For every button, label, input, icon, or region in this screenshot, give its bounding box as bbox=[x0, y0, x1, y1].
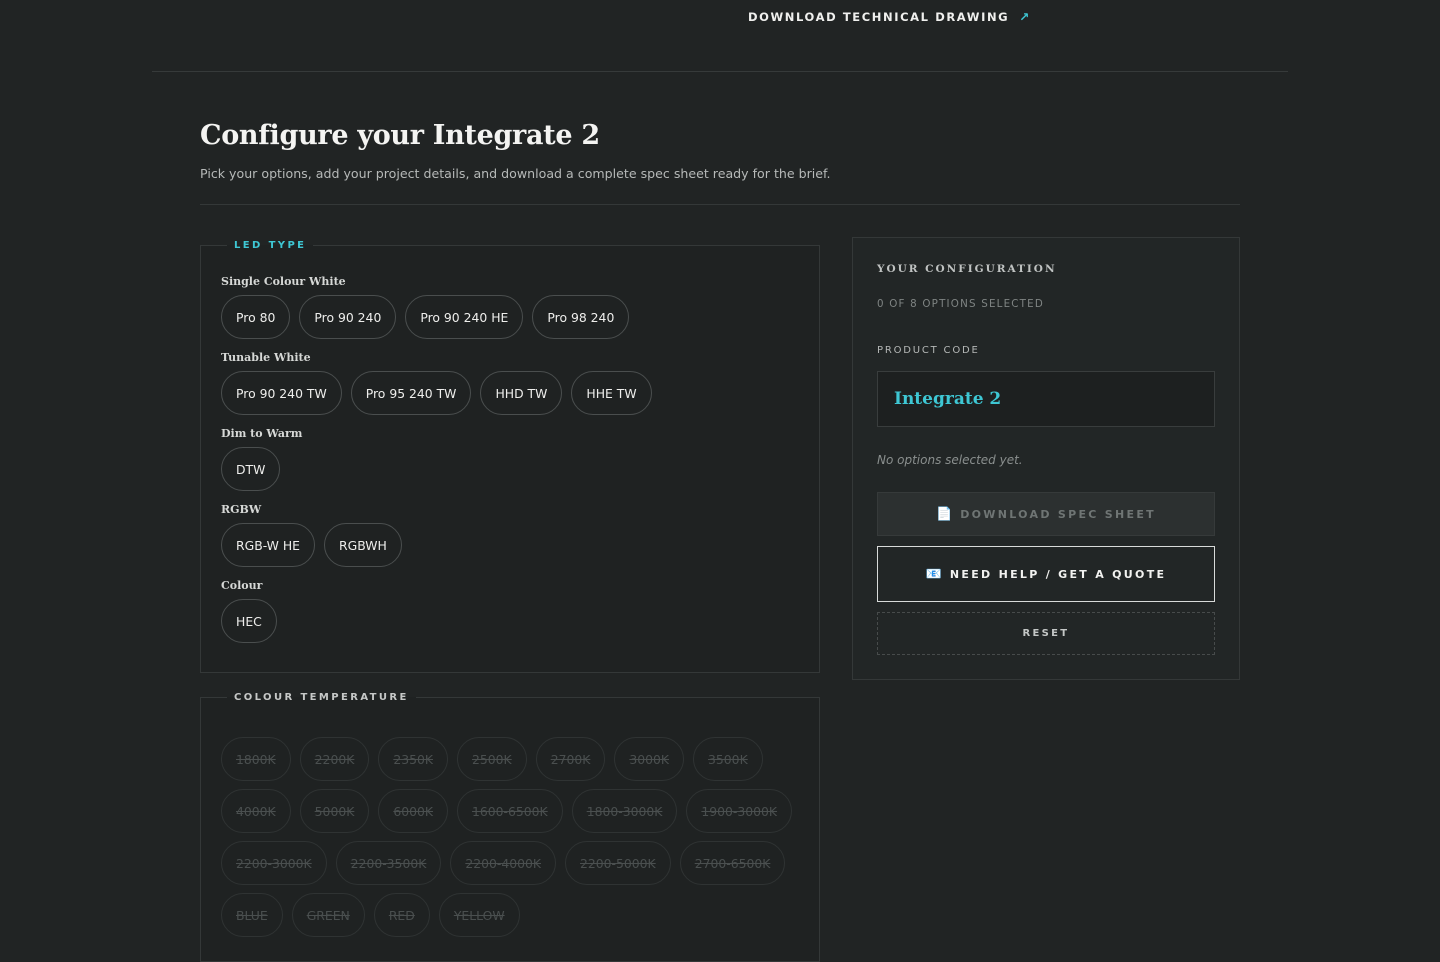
header-divider bbox=[200, 204, 1240, 205]
temperature-option-chip: 2700K bbox=[535, 737, 606, 781]
led-type-groups: Single Colour White Pro 80 Pro 90 240 Pro 9… bbox=[221, 275, 799, 643]
page-title: Configure your Integrate 2 bbox=[200, 120, 600, 151]
led-option-chip[interactable]: RGBWH bbox=[324, 523, 402, 567]
product-code-box: Integrate 2 bbox=[877, 371, 1215, 427]
get-quote-label: NEED HELP / GET A QUOTE bbox=[949, 567, 1167, 581]
configuration-summary-panel: YOUR CONFIGURATION 0 OF 8 OPTIONS SELECT… bbox=[852, 237, 1240, 680]
temperature-option-chip: 3500K bbox=[693, 737, 763, 781]
product-code-label: PRODUCT CODE bbox=[877, 345, 980, 356]
led-option-chip[interactable]: HEC bbox=[221, 599, 277, 643]
led-group-label: Single Colour White bbox=[221, 275, 346, 288]
temperature-option-chip: YELLOW bbox=[438, 893, 520, 937]
led-group: Tunable White Pro 90 240 TW Pro 95 240 TW H… bbox=[221, 351, 799, 415]
temperature-option-chip: 2200-5000K bbox=[565, 841, 671, 885]
page-subtitle: Pick your options, add your project deta… bbox=[200, 166, 831, 181]
colour-temperature-legend: COLOUR TEMPERATURE bbox=[234, 692, 409, 703]
temperature-option-row: 1800K 2200K 2350K 2500K 2700K 3000K 3500K bbox=[221, 737, 799, 781]
configuration-title: YOUR CONFIGURATION bbox=[877, 263, 1057, 275]
download-technical-drawing-label: DOWNLOAD TECHNICAL DRAWING bbox=[748, 10, 1010, 24]
temperature-option-chip: BLUE bbox=[221, 893, 283, 937]
led-option-row: HEC bbox=[221, 599, 799, 643]
led-group-label: Tunable White bbox=[221, 351, 311, 364]
reset-label: RESET bbox=[1022, 628, 1070, 639]
temperature-option-chip: 1800-3000K bbox=[571, 789, 678, 833]
download-spec-sheet-button[interactable]: 📄 DOWNLOAD SPEC SHEET bbox=[877, 492, 1215, 536]
document-icon: 📄 bbox=[936, 506, 953, 522]
led-option-chip[interactable]: HHD TW bbox=[480, 371, 563, 415]
led-option-chip[interactable]: Pro 90 240 bbox=[299, 295, 397, 339]
led-type-panel: LED TYPE Single Colour White Pro 80 Pro 90… bbox=[200, 240, 820, 673]
temperature-option-chip: 2200-3500K bbox=[335, 841, 442, 885]
temperature-option-row: 4000K 5000K 6000K 1600-6500K 1800-3000K 1900-… bbox=[221, 789, 799, 833]
download-technical-drawing-link[interactable]: DOWNLOAD TECHNICAL DRAWING ↗ bbox=[748, 10, 1031, 24]
temperature-option-chip: 4000K bbox=[221, 789, 291, 833]
led-option-chip[interactable]: Pro 95 240 TW bbox=[350, 371, 472, 415]
led-option-chip[interactable]: DTW bbox=[221, 447, 281, 491]
led-option-chip[interactable]: Pro 98 240 bbox=[532, 295, 630, 339]
colour-temperature-panel: COLOUR TEMPERATURE 1800K 2200K 2350K 2500K 2… bbox=[200, 692, 820, 962]
top-divider bbox=[152, 71, 1288, 72]
top-bar: DOWNLOAD TECHNICAL DRAWING ↗ bbox=[0, 0, 1440, 72]
reset-button[interactable]: RESET bbox=[877, 612, 1215, 655]
led-option-chip[interactable]: RGB-W HE bbox=[221, 523, 316, 567]
led-option-row: Pro 80 Pro 90 240 Pro 90 240 HE Pro 98 240 bbox=[221, 295, 799, 339]
envelope-icon: 📧 bbox=[925, 566, 942, 582]
led-group-label: Dim to Warm bbox=[221, 427, 303, 440]
temperature-option-chip: 2200-3000K bbox=[221, 841, 327, 885]
temperature-option-chip: 2200-4000K bbox=[450, 841, 557, 885]
temperature-option-chip: 3000K bbox=[614, 737, 685, 781]
get-quote-button[interactable]: 📧 NEED HELP / GET A QUOTE bbox=[877, 546, 1215, 602]
led-option-chip[interactable]: Pro 90 240 HE bbox=[405, 295, 524, 339]
led-group-label: Colour bbox=[221, 579, 263, 592]
temperature-option-chip: 1900-3000K bbox=[686, 789, 793, 833]
temperature-option-row: 2200-3000K 2200-3500K 2200-4000K 2200-5000K… bbox=[221, 841, 799, 885]
arrow-up-right-icon: ↗ bbox=[1019, 10, 1031, 24]
temperature-option-chip: 2200K bbox=[299, 737, 370, 781]
led-group: Single Colour White Pro 80 Pro 90 240 Pro 9… bbox=[221, 275, 799, 339]
temperature-option-chip: RED bbox=[373, 893, 430, 937]
led-option-row: Pro 90 240 TW Pro 95 240 TW HHD TW HHE TW bbox=[221, 371, 799, 415]
led-group: Colour HEC bbox=[221, 579, 799, 643]
led-group: RGBW RGB-W HE RGBWH bbox=[221, 503, 799, 567]
led-option-row: DTW bbox=[221, 447, 799, 491]
temperature-option-chip: 2500K bbox=[457, 737, 527, 781]
temperature-option-chip: 1800K bbox=[221, 737, 291, 781]
temperature-option-chip: 1600-6500K bbox=[457, 789, 563, 833]
temperature-option-chip: 5000K bbox=[299, 789, 370, 833]
temperature-option-chip: GREEN bbox=[291, 893, 365, 937]
led-option-chip[interactable]: Pro 90 240 TW bbox=[221, 371, 342, 415]
led-option-chip[interactable]: Pro 80 bbox=[221, 295, 291, 339]
led-group: Dim to Warm DTW bbox=[221, 427, 799, 491]
led-option-chip[interactable]: HHE TW bbox=[571, 371, 652, 415]
led-option-row: RGB-W HE RGBWH bbox=[221, 523, 799, 567]
product-code-value: Integrate 2 bbox=[894, 389, 1002, 409]
no-options-message: No options selected yet. bbox=[877, 453, 1023, 467]
temperature-option-chip: 2350K bbox=[378, 737, 449, 781]
temperature-option-chip: 2700-6500K bbox=[679, 841, 786, 885]
colour-temperature-options: 1800K 2200K 2350K 2500K 2700K 3000K 3500K 4000K… bbox=[221, 737, 799, 937]
led-type-legend: LED TYPE bbox=[234, 240, 307, 251]
temperature-option-row: BLUE GREEN RED YELLOW bbox=[221, 893, 799, 937]
led-group-label: RGBW bbox=[221, 503, 262, 516]
download-spec-sheet-label: DOWNLOAD SPEC SHEET bbox=[960, 507, 1156, 521]
options-selected-count: 0 OF 8 OPTIONS SELECTED bbox=[877, 298, 1045, 310]
temperature-option-chip: 6000K bbox=[378, 789, 449, 833]
